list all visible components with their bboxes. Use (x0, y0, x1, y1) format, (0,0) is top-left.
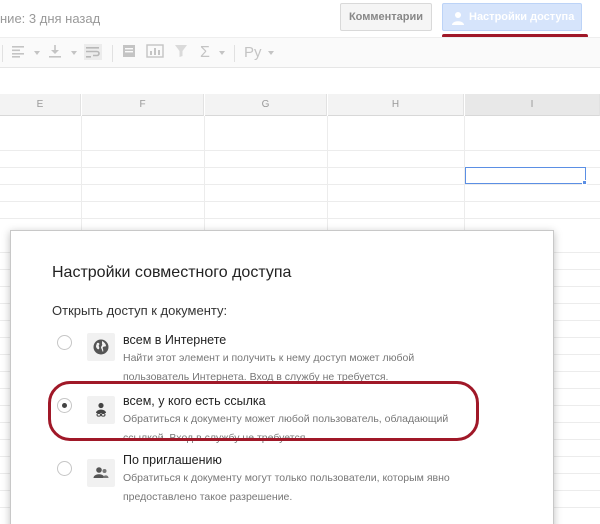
toolbar-divider (2, 45, 3, 62)
top-bar: ние: 3 дня назад Комментарии Настройки д… (0, 0, 600, 38)
option-description-line: Найти этот элемент и получить к нему дос… (123, 352, 415, 364)
grid-line (0, 184, 600, 185)
radio-invite[interactable] (57, 461, 72, 476)
wrap-text-icon[interactable] (84, 44, 102, 62)
last-edit-status[interactable]: ние: 3 дня назад (0, 11, 100, 26)
column-header-e[interactable]: E (0, 94, 81, 116)
people-icon (87, 459, 115, 487)
grid-line (0, 201, 600, 202)
formatting-toolbar: Σ Ру (0, 37, 600, 68)
column-header-i[interactable]: I (465, 94, 600, 116)
chevron-down-icon[interactable] (268, 51, 274, 55)
dialog-title: Настройки совместного доступа (52, 264, 292, 281)
toolbar-divider (234, 45, 235, 62)
toolbar-divider (112, 45, 113, 62)
sigma-icon[interactable]: Σ (200, 44, 210, 62)
access-option-invite[interactable]: По приглашению Обратиться к документу мо… (11, 449, 555, 509)
fill-handle[interactable] (582, 180, 587, 185)
radio-public[interactable] (57, 335, 72, 350)
grid-line (0, 150, 600, 151)
option-description-line: Обратиться к документу могут только поль… (123, 472, 450, 484)
globe-icon (87, 333, 115, 361)
valign-bottom-icon[interactable] (48, 44, 62, 62)
chevron-down-icon[interactable] (219, 51, 225, 55)
option-description: Обратиться к документу могут только поль… (123, 469, 523, 507)
selected-cell[interactable] (465, 167, 586, 184)
chevron-down-icon[interactable] (34, 51, 40, 55)
align-left-icon[interactable] (11, 44, 25, 62)
share-settings-button[interactable]: Настройки доступа (442, 3, 582, 31)
chevron-down-icon[interactable] (71, 51, 77, 55)
column-header-h[interactable]: H (328, 94, 464, 116)
person-icon (451, 10, 465, 36)
input-tools-icon[interactable]: Ру (244, 44, 262, 62)
selected-option-highlight (48, 381, 479, 441)
column-header-g[interactable]: G (205, 94, 327, 116)
spreadsheet-window: ние: 3 дня назад Комментарии Настройки д… (0, 0, 600, 524)
comments-button[interactable]: Комментарии (340, 3, 432, 31)
access-option-public[interactable]: всем в Интернете Найти этот элемент и по… (11, 323, 555, 383)
column-header-f[interactable]: F (82, 94, 204, 116)
grid-line (0, 218, 600, 219)
sharing-settings-dialog: Настройки совместного доступа Открыть до… (10, 230, 554, 524)
option-label: всем в Интернете (123, 333, 227, 347)
chart-icon[interactable] (146, 44, 164, 62)
option-label: По приглашению (123, 453, 222, 467)
comment-box-icon[interactable] (122, 44, 136, 62)
option-description-line: предоставлено такое разрешение. (123, 491, 293, 503)
filter-icon[interactable] (175, 44, 187, 62)
share-settings-label: Настройки доступа (469, 11, 575, 23)
dialog-subtitle: Открыть доступ к документу: (52, 303, 228, 318)
